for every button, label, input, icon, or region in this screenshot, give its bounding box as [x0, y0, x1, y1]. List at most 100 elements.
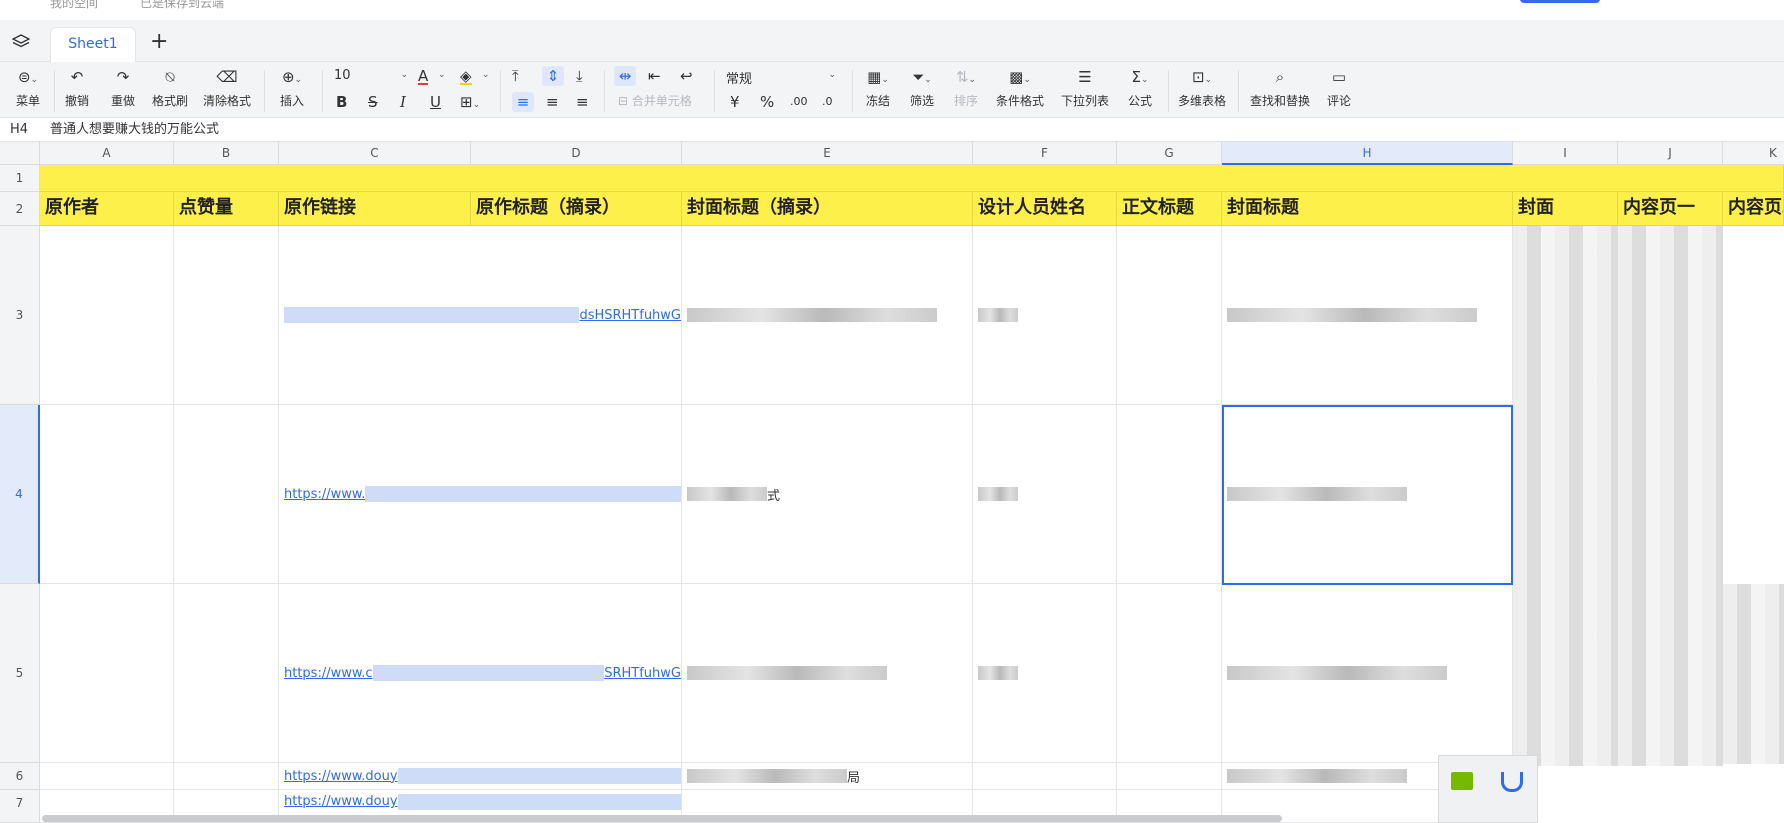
- insert-button[interactable]: ⊕⌄ 插入: [272, 66, 312, 109]
- cover-image-column[interactable]: [1513, 226, 1618, 766]
- percent-button[interactable]: %: [760, 92, 774, 112]
- align-top-icon[interactable]: ⤒: [512, 66, 519, 86]
- header-cell-c[interactable]: 原作链接: [279, 192, 471, 226]
- align-right-icon[interactable]: ≡: [576, 92, 589, 112]
- font-size-select[interactable]: 10 ⌄: [334, 68, 408, 88]
- tab-sheet1[interactable]: Sheet1: [50, 27, 136, 62]
- cell-g5[interactable]: [1117, 584, 1222, 763]
- header-cell-g[interactable]: 正文标题: [1117, 192, 1222, 226]
- cell-e5[interactable]: [682, 584, 973, 763]
- row-header-6[interactable]: 6: [0, 763, 40, 790]
- sort-button[interactable]: ⇅⌄ 排序: [948, 66, 984, 109]
- italic-icon[interactable]: I: [400, 92, 406, 112]
- fill-color-icon[interactable]: ◈: [460, 66, 472, 85]
- undo-button[interactable]: ↶ 撤销: [62, 66, 92, 109]
- cell-b3[interactable]: [174, 226, 279, 405]
- header-cell-d[interactable]: 原作标题（摘录）: [471, 192, 682, 226]
- text-wrap-icon[interactable]: ↩: [680, 66, 693, 86]
- cell-h5[interactable]: [1222, 584, 1513, 763]
- redo-button[interactable]: ↷ 重做: [108, 66, 138, 109]
- cell-h3[interactable]: [1222, 226, 1513, 405]
- text-overflow-icon[interactable]: ⇹: [614, 66, 636, 86]
- header-cell-f[interactable]: 设计人员姓名: [973, 192, 1117, 226]
- bold-icon[interactable]: B: [336, 92, 347, 112]
- merge-cells-button[interactable]: ⊟ 合并单元格: [618, 92, 706, 109]
- currency-button[interactable]: ¥: [730, 92, 740, 112]
- chevron-down-icon[interactable]: ⌄: [482, 70, 490, 80]
- align-left-icon[interactable]: ≡: [512, 92, 534, 112]
- font-color-icon[interactable]: A: [418, 66, 429, 85]
- select-all-corner[interactable]: [0, 142, 40, 165]
- column-header-k[interactable]: K: [1723, 142, 1784, 165]
- column-header-c[interactable]: C: [279, 142, 471, 165]
- cell-e6[interactable]: 局: [682, 763, 973, 790]
- align-center-icon[interactable]: ≡: [546, 92, 559, 112]
- column-header-j[interactable]: J: [1618, 142, 1723, 165]
- nvidia-icon[interactable]: [1451, 772, 1473, 790]
- align-middle-icon[interactable]: ⇕: [542, 66, 564, 86]
- row-1-fill[interactable]: [40, 165, 1784, 192]
- decrease-decimal-button[interactable]: .0: [822, 92, 833, 112]
- clear-format-button[interactable]: ⌫ 清除格式: [202, 66, 252, 109]
- number-format-select[interactable]: 常规 ⌄: [726, 68, 836, 88]
- header-cell-i[interactable]: 封面: [1513, 192, 1618, 226]
- formula-button[interactable]: Σ⌄ 公式: [1122, 66, 1158, 109]
- cell-g4[interactable]: [1117, 405, 1222, 584]
- strikethrough-icon[interactable]: S: [368, 92, 378, 112]
- align-bottom-icon[interactable]: ⤓: [576, 66, 583, 86]
- add-sheet-button[interactable]: +: [150, 30, 168, 54]
- formula-input[interactable]: 普通人想要赚大钱的万能公式: [50, 118, 219, 142]
- find-replace-button[interactable]: ⌕ 查找和替换: [1248, 66, 1312, 109]
- comment-button[interactable]: ▭ 评论: [1324, 66, 1354, 109]
- cell-c3[interactable]: dsHSRHTfuhwG: [279, 226, 682, 405]
- increase-decimal-button[interactable]: .00: [790, 92, 808, 112]
- cell-g3[interactable]: [1117, 226, 1222, 405]
- multi-table-button[interactable]: ⊡⌄ 多维表格: [1176, 66, 1228, 109]
- column-header-a[interactable]: A: [40, 142, 174, 165]
- chevron-down-icon[interactable]: ⌄: [438, 70, 446, 80]
- cell-reference[interactable]: H4: [10, 118, 28, 142]
- cell-e3[interactable]: [682, 226, 973, 405]
- cell-b4[interactable]: [174, 405, 279, 584]
- row-header-5[interactable]: 5: [0, 584, 40, 763]
- cell-f5[interactable]: [973, 584, 1117, 763]
- horizontal-scrollbar[interactable]: [42, 815, 1282, 822]
- cell-a5[interactable]: [40, 584, 174, 763]
- text-clip-icon[interactable]: ⇤: [648, 66, 661, 86]
- header-cell-e[interactable]: 封面标题（摘录）: [682, 192, 973, 226]
- freeze-button[interactable]: ▦⌄ 冻结: [860, 66, 896, 109]
- menu-button[interactable]: ⊜⌄ 菜单: [10, 66, 46, 109]
- row-header-2[interactable]: 2: [0, 192, 40, 226]
- border-icon[interactable]: ⊞⌄: [460, 92, 480, 115]
- row-header-7[interactable]: 7: [0, 790, 40, 823]
- spreadsheet-grid[interactable]: A B C D E F G H I J K 1 2 3 4 5 6 7 原作者 …: [0, 142, 1784, 823]
- cell-c4[interactable]: https://www.: [279, 405, 682, 584]
- column-header-i[interactable]: I: [1513, 142, 1618, 165]
- row-header-3[interactable]: 3: [0, 226, 40, 405]
- header-cell-h[interactable]: 封面标题: [1222, 192, 1513, 226]
- filter-button[interactable]: ⏷⌄ 筛选: [904, 66, 940, 109]
- column-header-g[interactable]: G: [1117, 142, 1222, 165]
- breadcrumb-space[interactable]: 我的空间: [50, 0, 98, 11]
- cell-c5[interactable]: https://www.c SRHTfuhwG: [279, 584, 682, 763]
- cell-a4[interactable]: [40, 405, 174, 584]
- cell-c6[interactable]: https://www.douy: [279, 763, 682, 790]
- column-header-h[interactable]: H: [1222, 142, 1513, 165]
- cell-f3[interactable]: [973, 226, 1117, 405]
- format-painter-button[interactable]: ⍉ 格式刷: [148, 66, 192, 109]
- row-header-4[interactable]: 4: [0, 405, 40, 584]
- cell-a3[interactable]: [40, 226, 174, 405]
- dropdown-list-button[interactable]: ☰ 下拉列表: [1060, 66, 1110, 109]
- cell-a6[interactable]: [40, 763, 174, 790]
- cell-e4[interactable]: 式: [682, 405, 973, 584]
- content-page-two-images[interactable]: [1723, 584, 1784, 764]
- share-button[interactable]: [1520, 0, 1600, 3]
- column-header-f[interactable]: F: [973, 142, 1117, 165]
- row-header-1[interactable]: 1: [0, 165, 40, 192]
- cell-b6[interactable]: [174, 763, 279, 790]
- underline-icon[interactable]: U: [430, 92, 441, 112]
- cell-b5[interactable]: [174, 584, 279, 763]
- content-page-one-images[interactable]: [1618, 226, 1723, 766]
- column-header-b[interactable]: B: [174, 142, 279, 165]
- conditional-format-button[interactable]: ▩⌄ 条件格式: [994, 66, 1046, 109]
